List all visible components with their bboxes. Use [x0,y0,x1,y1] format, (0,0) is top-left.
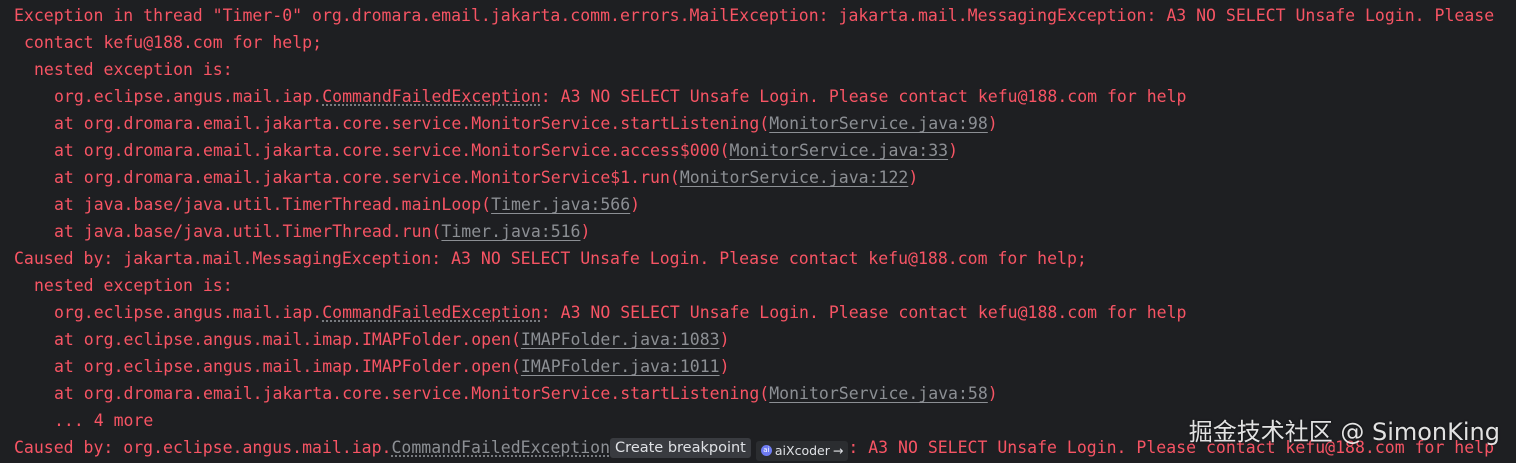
aixcoder-label: aiXcoder [774,442,830,458]
line-prefix: at java.base/java.util.TimerThread.run( [54,222,442,241]
source-location-link[interactable]: Timer.java:516 [441,222,580,241]
console-line: at org.eclipse.angus.mail.imap.IMAPFolde… [0,355,1516,382]
console-line: at org.dromara.email.jakarta.core.servic… [0,382,1516,409]
line-suffix: ) [908,168,919,187]
console-line: at java.base/java.util.TimerThread.mainL… [0,193,1516,220]
line-suffix: ) [719,357,730,376]
source-location-link[interactable]: IMAPFolder.java:1083 [521,330,720,349]
aixcoder-button[interactable]: ai aiXcoder → [755,440,849,461]
arrow-right-icon: → [832,442,844,458]
console-lines: Exception in thread "Timer-0" org.dromar… [0,4,1516,436]
source-location-link[interactable]: MonitorService.java:98 [769,114,988,133]
watermark: 掘金技术社区 @ SimonKing [1188,418,1500,446]
line-suffix: ) [580,222,591,241]
console-line: at org.dromara.email.jakarta.core.servic… [0,112,1516,139]
line-prefix: at org.eclipse.angus.mail.imap.IMAPFolde… [54,330,521,349]
console-line: org.eclipse.angus.mail.iap.CommandFailed… [0,85,1516,112]
line-text: Exception in thread "Timer-0" org.dromar… [14,6,1495,25]
line-prefix: at org.dromara.email.jakarta.core.servic… [54,114,770,133]
line-text: nested exception is: [34,276,233,295]
aixcoder-logo-icon: ai [760,445,772,456]
exception-class-link[interactable]: CommandFailedException [322,87,541,106]
console-line: at org.dromara.email.jakarta.core.servic… [0,139,1516,166]
exception-class-link[interactable]: CommandFailedException [322,303,541,322]
line-prefix: org.eclipse.angus.mail.iap. [54,87,323,106]
console-line: at java.base/java.util.TimerThread.run(T… [0,220,1516,247]
console-output: Exception in thread "Timer-0" org.dromar… [0,0,1516,463]
line-suffix: : A3 NO SELECT Unsafe Login. Please cont… [540,87,1187,106]
line-prefix: at java.base/java.util.TimerThread.mainL… [54,195,492,214]
create-breakpoint-button[interactable]: Create breakpoint [610,438,751,458]
line-text: nested exception is: [34,60,233,79]
line-suffix: ) [948,141,958,160]
console-line: Caused by: jakarta.mail.MessagingExcepti… [0,247,1516,274]
line-text: ... 4 more [54,411,154,430]
source-location-link[interactable]: MonitorService.java:33 [730,141,949,160]
console-line: at org.eclipse.angus.mail.imap.IMAPFolde… [0,328,1516,355]
console-line: Exception in thread "Timer-0" org.dromar… [0,4,1516,31]
line-suffix: : A3 NO SELECT Unsafe Login. Please cont… [540,303,1187,322]
source-location-link[interactable]: IMAPFolder.java:1011 [521,357,720,376]
line-text: contact kefu@188.com for help; [24,33,323,52]
console-line: nested exception is: [0,274,1516,301]
line-prefix: at org.dromara.email.jakarta.core.servic… [54,384,770,403]
source-location-link[interactable]: Timer.java:566 [491,195,630,214]
line-prefix: org.eclipse.angus.mail.iap. [54,303,323,322]
line-text: Caused by: jakarta.mail.MessagingExcepti… [14,249,1087,268]
line-prefix: at org.dromara.email.jakarta.core.servic… [54,168,680,187]
line-prefix: Caused by: org.eclipse.angus.mail.iap. [14,438,392,457]
console-line: contact kefu@188.com for help; [0,31,1516,58]
source-location-link[interactable]: MonitorService.java:58 [769,384,988,403]
line-suffix: ) [987,114,998,133]
console-line: org.eclipse.angus.mail.iap.CommandFailed… [0,301,1516,328]
line-suffix: ) [630,195,641,214]
line-suffix: ) [987,384,998,403]
exception-class-link[interactable]: CommandFailedException [392,438,611,457]
line-suffix: ) [719,330,730,349]
line-prefix: at org.eclipse.angus.mail.imap.IMAPFolde… [54,357,521,376]
line-prefix: at org.dromara.email.jakarta.core.servic… [54,141,730,160]
console-line: nested exception is: [0,58,1516,85]
console-line: at org.dromara.email.jakarta.core.servic… [0,166,1516,193]
source-location-link[interactable]: MonitorService.java:122 [680,168,908,187]
